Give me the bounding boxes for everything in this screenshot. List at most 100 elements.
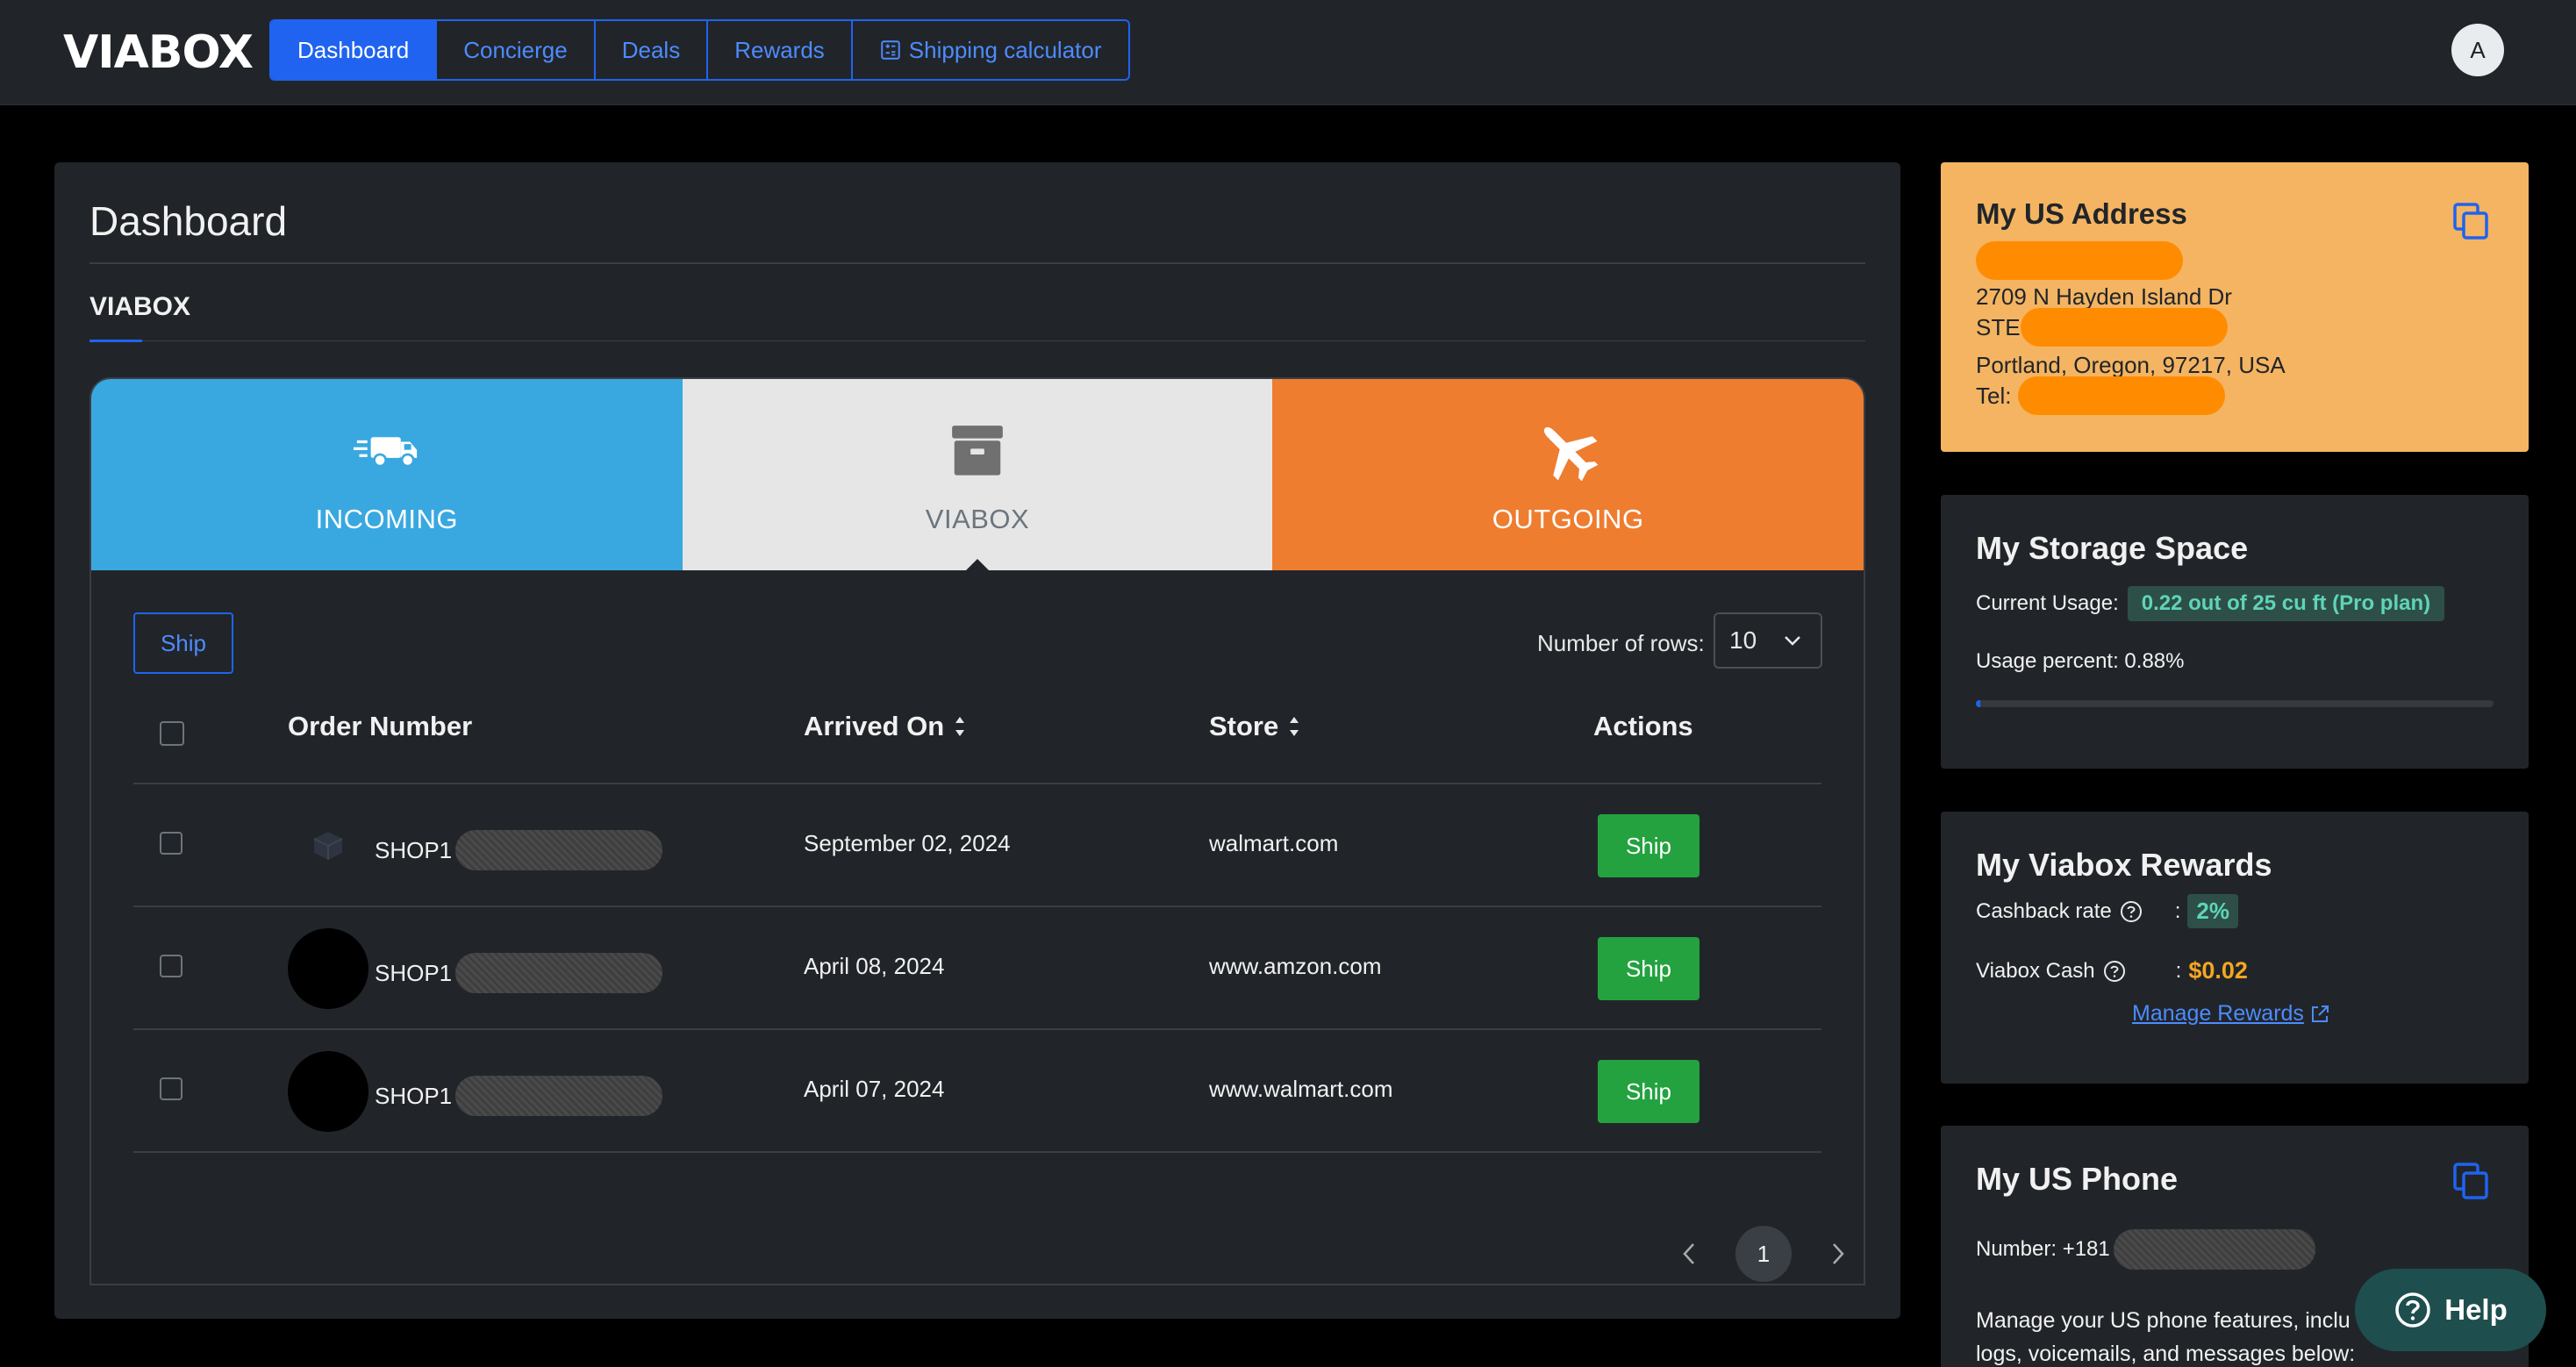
copy-icon[interactable] [2450,1161,2492,1203]
external-link-icon [2311,1005,2329,1022]
address-tel: Tel: [1976,376,2226,415]
main-nav: Dashboard Concierge Deals Rewards Shippi… [269,19,1130,81]
address-suite: STE [1976,308,2228,347]
row-checkbox[interactable] [160,832,182,855]
us-address-title: My US Address [1976,197,2187,230]
column-store-label: Store [1209,711,1279,741]
order-number[interactable]: SHOP1 [375,953,663,993]
rows-per-page-value: 10 [1729,626,1757,654]
cashback-label: Cashback rate [1976,898,2112,923]
storage-progress-bar [1976,700,2494,707]
chevron-left-icon[interactable] [1679,1241,1699,1267]
page-button[interactable]: 1 [1735,1226,1792,1282]
redacted-block [1976,241,2183,280]
column-actions-label: Actions [1593,711,1693,741]
column-store[interactable]: Store [1209,711,1301,742]
viabox-cash-label: Viabox Cash [1976,958,2095,983]
column-order-number-label: Order Number [288,711,473,741]
address-street: 2709 N Hayden Island Dr [1976,283,2232,310]
manage-rewards: Manage Rewards [2132,1001,2330,1027]
sort-icon [955,717,965,736]
current-usage-label: Current Usage: [1976,591,2119,615]
cashback-rate: Cashback rate : 2% [1976,894,2238,928]
rows-per-page-select[interactable]: 10 [1714,612,1822,669]
nav-dashboard-label: Dashboard [297,36,410,63]
store-cell: walmart.com [1209,830,1339,856]
tab-viabox[interactable]: VIABOX [89,292,190,322]
storage-card: My Storage Space Current Usage: 0.22 out… [1941,495,2529,769]
airplane-icon [1544,426,1599,482]
question-circle-icon[interactable] [2102,959,2127,984]
nav-concierge[interactable]: Concierge [437,21,596,79]
status-tab-incoming[interactable]: INCOMING [91,379,683,570]
order-number-text: SHOP1 [375,959,453,986]
bulk-ship-button[interactable]: Ship [133,612,233,674]
page-title: Dashboard [89,198,288,244]
table-header: Order Number Arrived On Store Actions [133,686,1821,784]
package-thumbnail [288,1051,369,1132]
table-row: SHOP1 April 07, 2024 www.walmart.com Shi… [133,1030,1821,1153]
chevron-right-icon[interactable] [1828,1241,1848,1267]
order-number-text: SHOP1 [375,1082,453,1109]
nav-dashboard[interactable]: Dashboard [271,21,438,79]
truck-icon [353,437,417,468]
column-arrived-on[interactable]: Arrived On [804,711,967,742]
calculator-icon [881,40,900,60]
selected-tab-pointer [965,559,990,571]
cashback-value: 2% [2187,894,2238,928]
packages-panel: INCOMING VIABOX OUTGOING Ship Number of … [89,377,1865,1285]
phone-number: Number: +181 [1976,1229,2315,1270]
current-usage: Current Usage: 0.22 out of 25 cu ft (Pro… [1976,586,2445,621]
title-divider [89,262,1865,264]
store-cell: www.walmart.com [1209,1076,1393,1102]
select-all-checkbox[interactable] [160,721,184,746]
order-number[interactable]: SHOP1 [375,830,663,870]
user-avatar[interactable]: A [2451,24,2504,76]
arrived-on-cell: September 02, 2024 [804,830,1011,856]
sort-icon [1290,717,1299,736]
address-tel-label: Tel: [1976,382,2012,409]
manage-rewards-link[interactable]: Manage Rewards [2132,1001,2330,1027]
viabox-logo[interactable]: VIABOX [63,26,254,79]
nav-concierge-label: Concierge [463,36,568,63]
package-box-icon [313,832,343,860]
status-tab-outgoing[interactable]: OUTGOING [1272,379,1864,570]
ship-button[interactable]: Ship [1598,814,1699,877]
redacted-block [455,1076,663,1116]
viabox-cash-value: $0.02 [2188,957,2248,984]
nav-shipping-calculator[interactable]: Shipping calculator [853,21,1128,79]
ship-button[interactable]: Ship [1598,1060,1699,1123]
help-button[interactable]: Help [2355,1269,2546,1351]
redacted-block [2020,308,2228,347]
usage-percent: Usage percent: 0.88% [1976,649,2185,673]
table-row: SHOP1 April 08, 2024 www.amzon.com Ship [133,907,1821,1030]
status-tab-incoming-label: INCOMING [315,504,459,534]
question-circle-icon [2395,1292,2430,1328]
storage-progress-fill [1976,700,1981,707]
ship-button[interactable]: Ship [1598,937,1699,1000]
store-cell: www.amzon.com [1209,953,1382,979]
order-number[interactable]: SHOP1 [375,1076,663,1116]
row-checkbox[interactable] [160,1077,182,1100]
question-circle-icon[interactable] [2119,899,2143,924]
storage-title: My Storage Space [1976,530,2249,566]
rewards-card: My Viabox Rewards Cashback rate : 2% Via… [1941,812,2529,1084]
rewards-title: My Viabox Rewards [1976,847,2272,883]
redacted-block [455,830,663,870]
copy-icon[interactable] [2450,201,2492,243]
active-tab-indicator [89,340,142,342]
table-row: SHOP1 September 02, 2024 walmart.com Shi… [133,784,1821,907]
redacted-block [2018,376,2226,415]
redacted-block [455,953,663,993]
nav-deals-label: Deals [621,36,681,63]
chevron-down-icon [1785,636,1800,646]
packages-table: Order Number Arrived On Store Actions SH… [133,686,1821,1153]
nav-deals[interactable]: Deals [596,21,709,79]
status-tab-viabox[interactable]: VIABOX [682,379,1273,571]
address-suite-label: STE [1976,313,2021,340]
nav-rewards[interactable]: Rewards [708,21,853,79]
column-actions: Actions [1593,711,1693,742]
phone-number-label: Number: +181 [1976,1237,2110,1261]
status-tabs: INCOMING VIABOX OUTGOING [91,379,1864,571]
row-checkbox[interactable] [160,955,182,977]
